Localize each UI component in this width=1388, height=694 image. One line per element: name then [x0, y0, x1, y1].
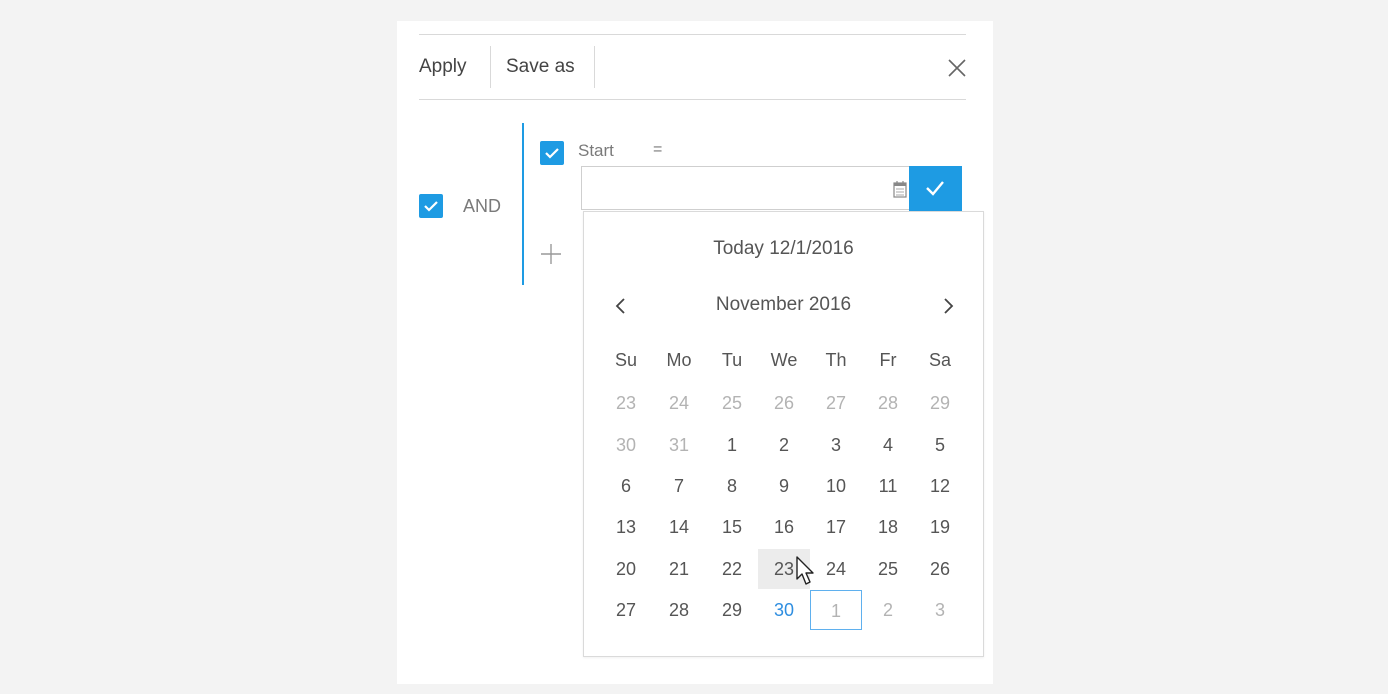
- calendar-day[interactable]: 25: [706, 383, 758, 423]
- calendar-day[interactable]: 8: [706, 466, 758, 506]
- weekday-label: Sa: [928, 350, 952, 370]
- condition-operator-label[interactable]: =: [653, 141, 662, 159]
- calendar-day[interactable]: 28: [653, 590, 705, 630]
- apply-button[interactable]: Apply: [419, 46, 467, 88]
- mouse-cursor-icon: [796, 556, 814, 585]
- calendar-day[interactable]: 27: [600, 590, 652, 630]
- calendar-day[interactable]: 13: [600, 507, 652, 547]
- calendar-day[interactable]: 3: [810, 425, 862, 465]
- calendar-day[interactable]: 9: [758, 466, 810, 506]
- calendar-day[interactable]: 2: [758, 425, 810, 465]
- group-bracket-line: [522, 123, 524, 285]
- calendar-day[interactable]: 29: [914, 383, 966, 423]
- calendar-day[interactable]: 2: [862, 590, 914, 630]
- calendar-day[interactable]: 17: [810, 507, 862, 547]
- checkmark-icon: [545, 148, 559, 159]
- today-link[interactable]: Today 12/1/2016: [583, 238, 984, 260]
- calendar-day[interactable]: 21: [653, 549, 705, 589]
- toolbar-top-divider: [419, 34, 966, 35]
- calendar-day[interactable]: 26: [914, 549, 966, 589]
- toolbar-bottom-divider: [419, 99, 966, 100]
- calendar-day[interactable]: 27: [810, 383, 862, 423]
- month-title[interactable]: November 2016: [583, 294, 984, 316]
- weekday-label: Mo: [666, 350, 692, 370]
- calendar-day[interactable]: 6: [600, 466, 652, 506]
- calendar-day[interactable]: 3: [914, 590, 966, 630]
- calendar-day[interactable]: 31: [653, 425, 705, 465]
- calendar-day[interactable]: 4: [862, 425, 914, 465]
- chevron-right-icon[interactable]: [938, 294, 958, 318]
- toolbar-separator: [490, 46, 491, 88]
- and-group-checkbox[interactable]: [419, 194, 443, 218]
- calendar-day[interactable]: 15: [706, 507, 758, 547]
- calendar-day[interactable]: 5: [914, 425, 966, 465]
- calendar-day[interactable]: 14: [653, 507, 705, 547]
- calendar-day[interactable]: 19: [914, 507, 966, 547]
- calendar-day[interactable]: 28: [862, 383, 914, 423]
- toolbar-separator: [594, 46, 595, 88]
- calendar-day[interactable]: 24: [810, 549, 862, 589]
- save-as-button[interactable]: Save as: [506, 46, 575, 88]
- calendar-day[interactable]: 10: [810, 466, 862, 506]
- weekday-label: We: [770, 350, 798, 370]
- calendar-day[interactable]: 24: [653, 383, 705, 423]
- weekday-label: Th: [825, 350, 847, 370]
- calendar-day[interactable]: 22: [706, 549, 758, 589]
- condition-checkbox[interactable]: [540, 141, 564, 165]
- calendar-day[interactable]: 16: [758, 507, 810, 547]
- weekday-label: Su: [614, 350, 638, 370]
- close-icon[interactable]: [945, 56, 969, 80]
- calendar-day[interactable]: 30: [600, 425, 652, 465]
- calendar-day[interactable]: 30: [758, 590, 810, 630]
- calendar-day[interactable]: 1: [706, 425, 758, 465]
- weekday-label: Tu: [721, 350, 743, 370]
- calendar-day[interactable]: 26: [758, 383, 810, 423]
- add-condition-icon[interactable]: [539, 242, 563, 266]
- calendar-day[interactable]: 25: [862, 549, 914, 589]
- calendar-icon[interactable]: [893, 179, 907, 199]
- checkmark-icon: [926, 181, 944, 196]
- confirm-button[interactable]: [909, 166, 962, 211]
- calendar-day[interactable]: 12: [914, 466, 966, 506]
- calendar-day[interactable]: 29: [706, 590, 758, 630]
- calendar-day[interactable]: 18: [862, 507, 914, 547]
- calendar-day[interactable]: 23: [600, 383, 652, 423]
- group-operator-label[interactable]: AND: [463, 196, 501, 217]
- condition-field-label[interactable]: Start: [578, 141, 614, 161]
- calendar-day[interactable]: 7: [653, 466, 705, 506]
- calendar-day[interactable]: 1: [810, 590, 862, 630]
- weekday-label: Fr: [879, 350, 897, 370]
- date-value-input[interactable]: [581, 166, 911, 210]
- calendar-day[interactable]: 20: [600, 549, 652, 589]
- checkmark-icon: [424, 201, 438, 212]
- calendar-day[interactable]: 11: [862, 466, 914, 506]
